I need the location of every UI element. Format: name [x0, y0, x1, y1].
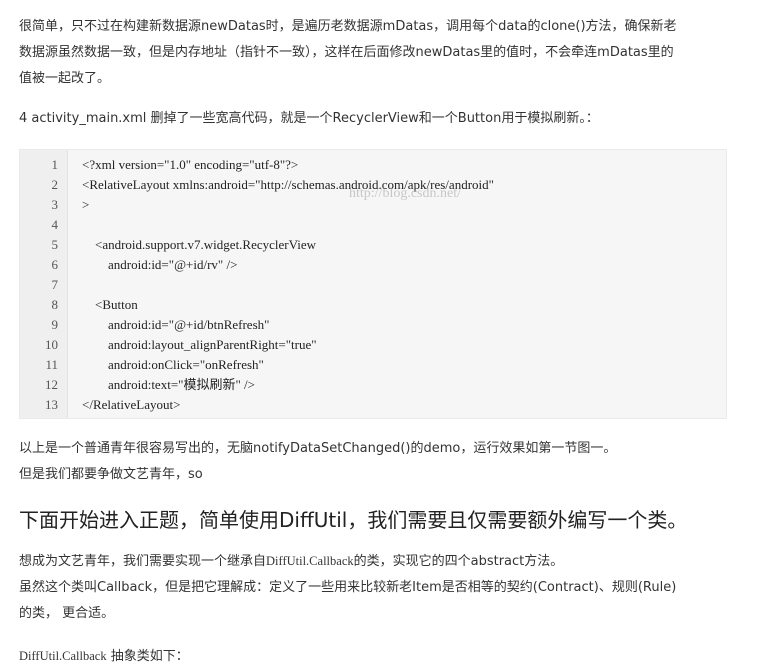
line-number: 6: [51, 257, 59, 272]
abstract-class-suffix: 抽象类如下：: [106, 649, 189, 664]
intro-line: 值被一起改了。: [19, 71, 111, 86]
after-code-paragraph: 以上是一个普通青年很容易写出的，无脑notifyDataSetChanged()…: [19, 436, 739, 488]
callback-explain-line: 虽然这个类叫Callback，但是把它理解成：定义了一些用来比较新老Item是否…: [19, 580, 677, 595]
intro-line: 数据源虽然数据一致，但是内存地址（指针不一致），这样在后面修改newDatas里…: [19, 45, 674, 60]
line-numbers: 1 2 3 4 5 6 7 8 9 10 11 12 13: [20, 155, 68, 415]
intro-paragraph: 很简单，只不过在构建新数据源newDatas时，是遍历老数据源mDatas，调用…: [19, 14, 734, 92]
article-intro: 很简单，只不过在构建新数据源newDatas时，是遍历老数据源mDatas，调用…: [19, 14, 734, 132]
code-line: android:layout_alignParentRight="true": [82, 337, 317, 352]
step4-paragraph: 4 activity_main.xml 删掉了一些宽高代码，就是一个Recycl…: [19, 111, 599, 126]
line-number: 5: [51, 237, 59, 252]
code-block: 1 2 3 4 5 6 7 8 9 10 11 12 13 <?xml vers…: [19, 149, 727, 419]
code-line: <Button: [82, 297, 138, 312]
code-line: >: [82, 197, 90, 212]
code-line: <?xml version="1.0" encoding="utf-8"?>: [82, 157, 299, 172]
line-number: 13: [45, 397, 58, 412]
code-line: android:text="模拟刷新" />: [82, 377, 255, 392]
line-number: 3: [51, 197, 59, 212]
code-lines: <?xml version="1.0" encoding="utf-8"?> <…: [82, 155, 722, 415]
section-heading: 下面开始进入正题，简单使用DiffUtil，我们需要且仅需要额外编写一个类。: [19, 508, 688, 532]
line-number: 11: [45, 357, 58, 372]
line-number: 4: [51, 217, 59, 232]
line-number: 8: [51, 297, 59, 312]
line-number: 9: [51, 317, 59, 332]
line-number: 2: [51, 177, 59, 192]
callback-explain-line: 的类， 更合适。: [19, 606, 115, 621]
inline-code: DiffUtil.Callback: [266, 554, 354, 568]
code-line: android:onClick="onRefresh": [82, 357, 264, 372]
callback-suffix: 的类，实现它的四个abstract方法。: [353, 554, 564, 569]
line-number: 10: [45, 337, 58, 352]
after-code-line: 但是我们都要争做文艺青年，so: [19, 467, 203, 482]
code-line: android:id="@+id/btnRefresh": [82, 317, 270, 332]
intro-line: 很简单，只不过在构建新数据源newDatas时，是遍历老数据源mDatas，调用…: [19, 19, 677, 34]
code-line: <RelativeLayout xmlns:android="http://sc…: [82, 177, 494, 192]
code-line: </RelativeLayout>: [82, 397, 181, 412]
code-line: android:id="@+id/rv" />: [82, 257, 238, 272]
callback-prefix: 想成为文艺青年，我们需要实现一个继承自: [19, 554, 267, 569]
line-number: 7: [51, 277, 59, 292]
line-number: 1: [51, 157, 59, 172]
code-line: <android.support.v7.widget.RecyclerView: [82, 237, 316, 252]
callback-line: 想成为文艺青年，我们需要实现一个继承自DiffUtil.Callback的类，实…: [19, 548, 739, 575]
after-code-line: 以上是一个普通青年很容易写出的，无脑notifyDataSetChanged()…: [19, 441, 617, 456]
callback-paragraph: 想成为文艺青年，我们需要实现一个继承自DiffUtil.Callback的类，实…: [19, 548, 739, 627]
line-number: 12: [45, 377, 58, 392]
abstract-class-intro: DiffUtil.Callback 抽象类如下：: [19, 643, 189, 670]
inline-code: DiffUtil.Callback: [19, 649, 107, 663]
